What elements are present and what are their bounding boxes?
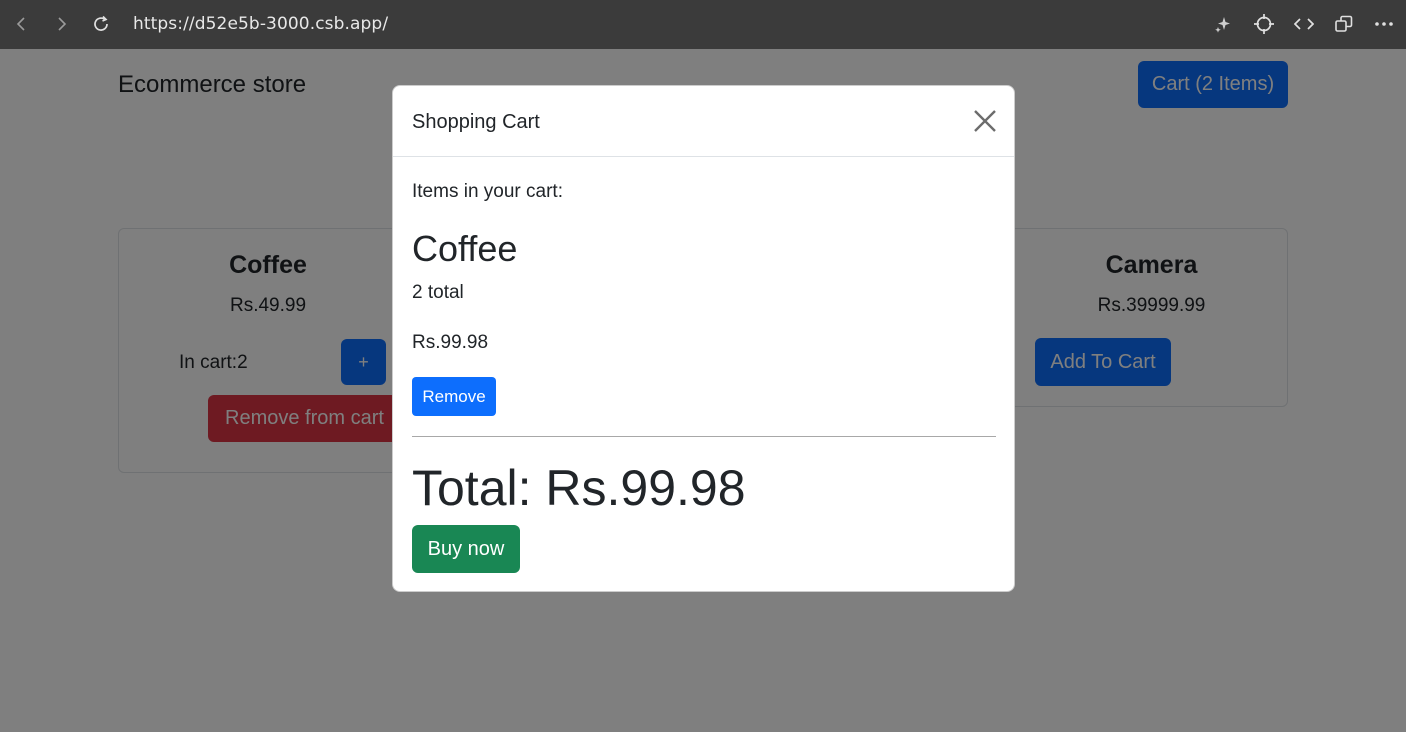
browser-toolbar: https://d52e5b-3000.csb.app/	[0, 0, 1406, 49]
more-icon[interactable]	[1372, 12, 1396, 36]
grand-total: Total: Rs.99.98	[412, 460, 746, 516]
buy-now-button[interactable]: Buy now	[412, 525, 520, 573]
cart-item-total: Rs.99.98	[412, 332, 489, 353]
back-arrow-icon[interactable]	[10, 12, 34, 36]
items-label: Items in your cart:	[412, 181, 563, 202]
crosshair-icon[interactable]	[1252, 12, 1276, 36]
code-icon[interactable]	[1292, 12, 1316, 36]
forward-arrow-icon[interactable]	[49, 12, 73, 36]
cart-item-name: Coffee	[412, 228, 518, 269]
cart-item-quantity: 2 total	[412, 282, 464, 303]
remove-item-button[interactable]: Remove	[412, 377, 496, 416]
close-icon[interactable]	[971, 107, 999, 135]
window-icon[interactable]	[1332, 12, 1356, 36]
divider	[412, 436, 996, 437]
address-bar[interactable]: https://d52e5b-3000.csb.app/	[133, 14, 388, 34]
modal-title: Shopping Cart	[412, 111, 540, 133]
sparkle-icon[interactable]	[1211, 12, 1235, 36]
reload-icon[interactable]	[89, 12, 113, 36]
shopping-cart-modal: Shopping Cart Items in your cart: Coffee…	[392, 85, 1015, 592]
modal-header: Shopping Cart	[393, 86, 1014, 157]
